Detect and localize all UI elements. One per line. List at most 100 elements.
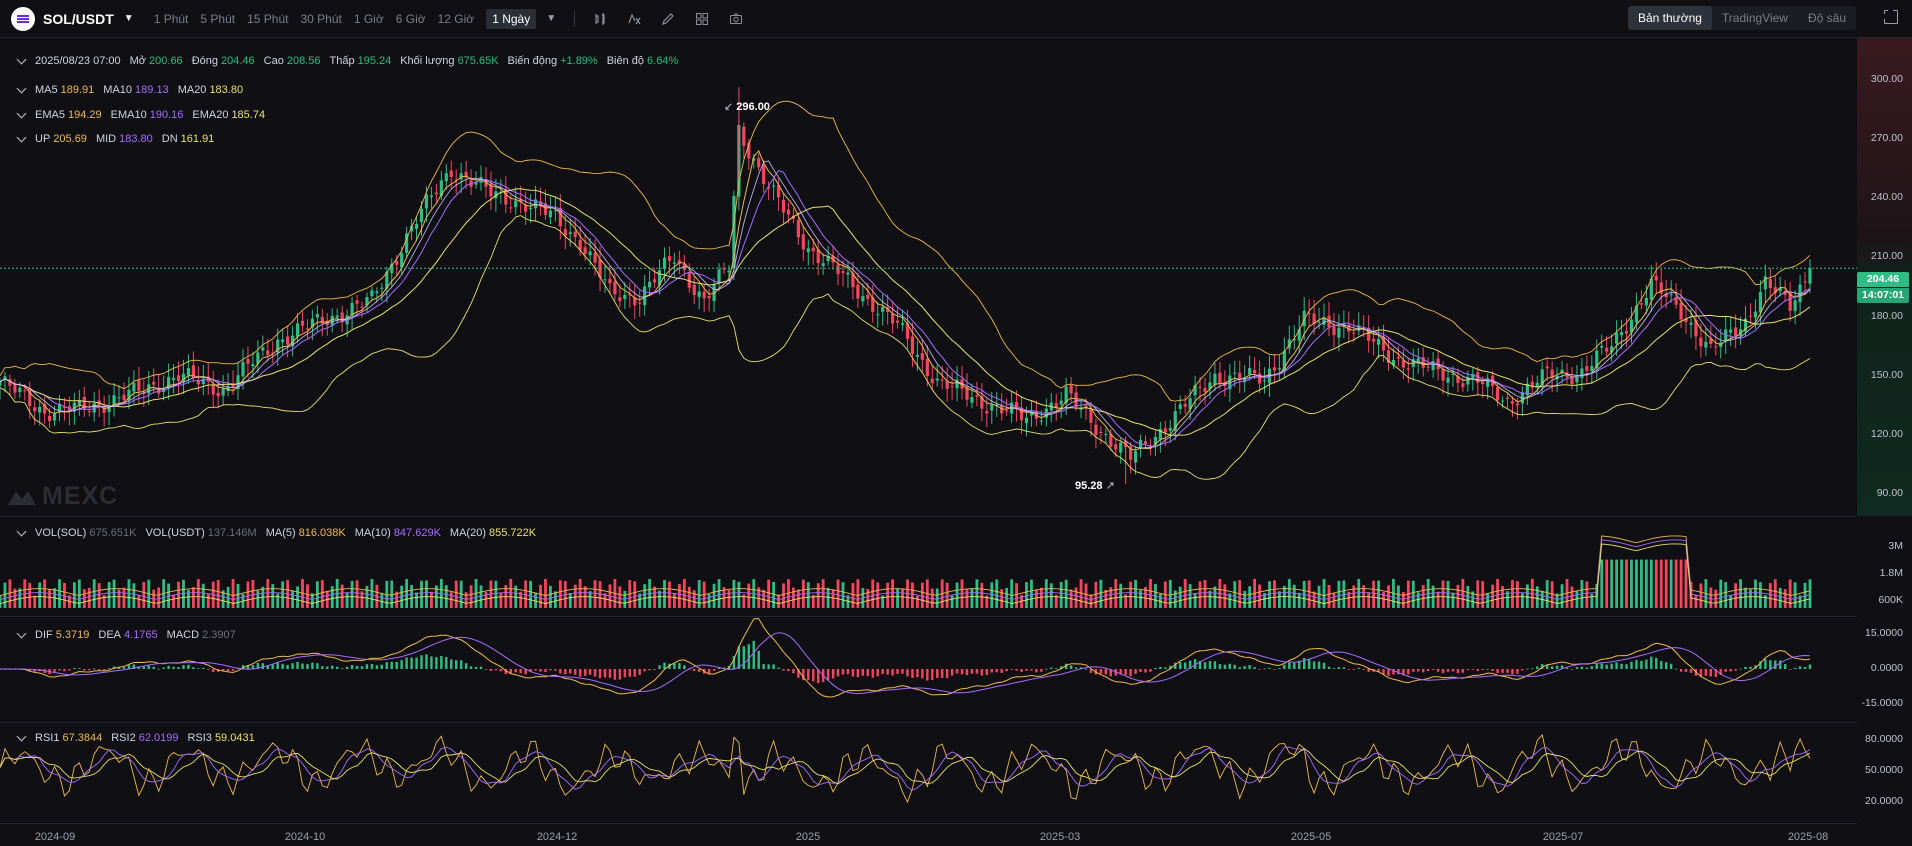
candle (648, 281, 652, 288)
candle (1074, 392, 1078, 408)
macd-bar (1426, 669, 1430, 672)
volume-bar (1476, 580, 1480, 608)
candle (18, 387, 22, 393)
volume-bar (355, 580, 359, 608)
volume-bar (1625, 559, 1628, 608)
dea-label: DEA (98, 629, 122, 641)
macd-bar (1223, 664, 1227, 669)
candle (1163, 428, 1167, 433)
candle (1446, 377, 1450, 383)
dea-value: 4.1765 (124, 629, 158, 641)
volume-bar (1511, 580, 1514, 608)
volume-bar (1297, 592, 1301, 608)
candle (424, 194, 429, 209)
macd-bar (474, 666, 478, 669)
macd-bar (1099, 669, 1103, 674)
macd-bar (1650, 656, 1653, 669)
change-label: Biến động (507, 55, 558, 67)
macd-bar (177, 667, 180, 669)
macd-bar (1803, 666, 1807, 669)
macd-bar (643, 669, 646, 672)
volume-bar (1372, 580, 1376, 608)
volume-tick-label: 3M (1888, 540, 1903, 552)
macd-bar (147, 665, 150, 669)
candle (1689, 322, 1693, 325)
macd-bar (569, 669, 572, 674)
macd-bar (455, 660, 458, 669)
volume-bar (727, 590, 731, 608)
collapse-chevron-icon[interactable] (16, 54, 27, 64)
rsi-legend: RSI1 67.3844 RSI2 62.0199 RSI3 59.0431 (16, 731, 264, 744)
date-tick-label: 2024-10 (284, 831, 326, 843)
candle (395, 260, 399, 265)
macd-bar (1645, 659, 1648, 669)
macd-bar (1729, 669, 1732, 672)
volume-bar (747, 583, 751, 608)
volume-bar (876, 582, 880, 608)
candle (1143, 441, 1148, 444)
countdown-tag: 14:07:01 (1857, 288, 1909, 303)
ma20-line (0, 188, 1811, 436)
volume-bar (891, 579, 895, 608)
volume-bar (1778, 588, 1782, 608)
collapse-chevron-icon[interactable] (16, 83, 27, 93)
macd-bar (856, 669, 860, 678)
candle (1005, 410, 1009, 412)
macd-bar (1040, 669, 1043, 672)
macd-bar (1020, 669, 1023, 672)
volume-bar (1193, 593, 1197, 608)
candle (1094, 424, 1098, 435)
macd-bar (757, 650, 760, 669)
candle (1461, 383, 1465, 387)
pane-divider (0, 823, 1857, 824)
volume-bar (410, 585, 413, 608)
macd-bar (484, 669, 488, 670)
macd-label: MACD (166, 629, 200, 641)
collapse-chevron-icon[interactable] (16, 628, 27, 638)
candle (930, 378, 934, 384)
macd-bar (554, 669, 557, 671)
macd-bar (1595, 663, 1598, 669)
candle (1089, 408, 1093, 423)
volume-bar (330, 586, 334, 608)
macd-bar (1005, 669, 1008, 672)
macd-bar (881, 669, 884, 675)
amplitude-label: Biên độ (606, 55, 645, 67)
collapse-chevron-icon[interactable] (16, 731, 27, 741)
macd-bar (1069, 665, 1073, 669)
collapse-chevron-icon[interactable] (16, 108, 27, 118)
volume-bar (1208, 590, 1212, 608)
macd-bar (380, 664, 384, 669)
candle (444, 173, 448, 182)
macd-bar (172, 666, 175, 669)
collapse-chevron-icon[interactable] (16, 526, 27, 536)
volume-bar (1436, 591, 1440, 608)
candle (1133, 451, 1138, 463)
volume-bar (1808, 579, 1812, 608)
volume-bar (1044, 579, 1048, 608)
candle (742, 126, 746, 146)
macd-bar (1412, 669, 1415, 672)
macd-bar (1382, 669, 1385, 675)
volume-bar (137, 594, 141, 608)
macd-value: 2.3907 (202, 629, 236, 641)
candle (1168, 427, 1172, 431)
macd-bar (1466, 669, 1470, 671)
volume-bar (425, 580, 428, 608)
collapse-chevron-icon[interactable] (16, 132, 27, 142)
volume-value: 675.65K (457, 55, 499, 67)
volume-bar (1035, 589, 1038, 608)
volume-bar (1649, 559, 1653, 608)
macd-bar (985, 669, 989, 675)
candle (940, 379, 944, 381)
macd-legend: DIF 5.3719 DEA 4.1765 MACD 2.3907 (16, 628, 245, 641)
volume-bar (1669, 559, 1673, 608)
macd-bar (693, 669, 696, 671)
rsi1-value: 67.3844 (62, 732, 103, 744)
macd-bar (1337, 667, 1341, 669)
macd-bar (1302, 658, 1306, 669)
volume-bar (1223, 584, 1227, 608)
chart-canvas[interactable] (0, 0, 1912, 846)
volume-bar (1248, 586, 1252, 608)
candle (295, 323, 300, 337)
